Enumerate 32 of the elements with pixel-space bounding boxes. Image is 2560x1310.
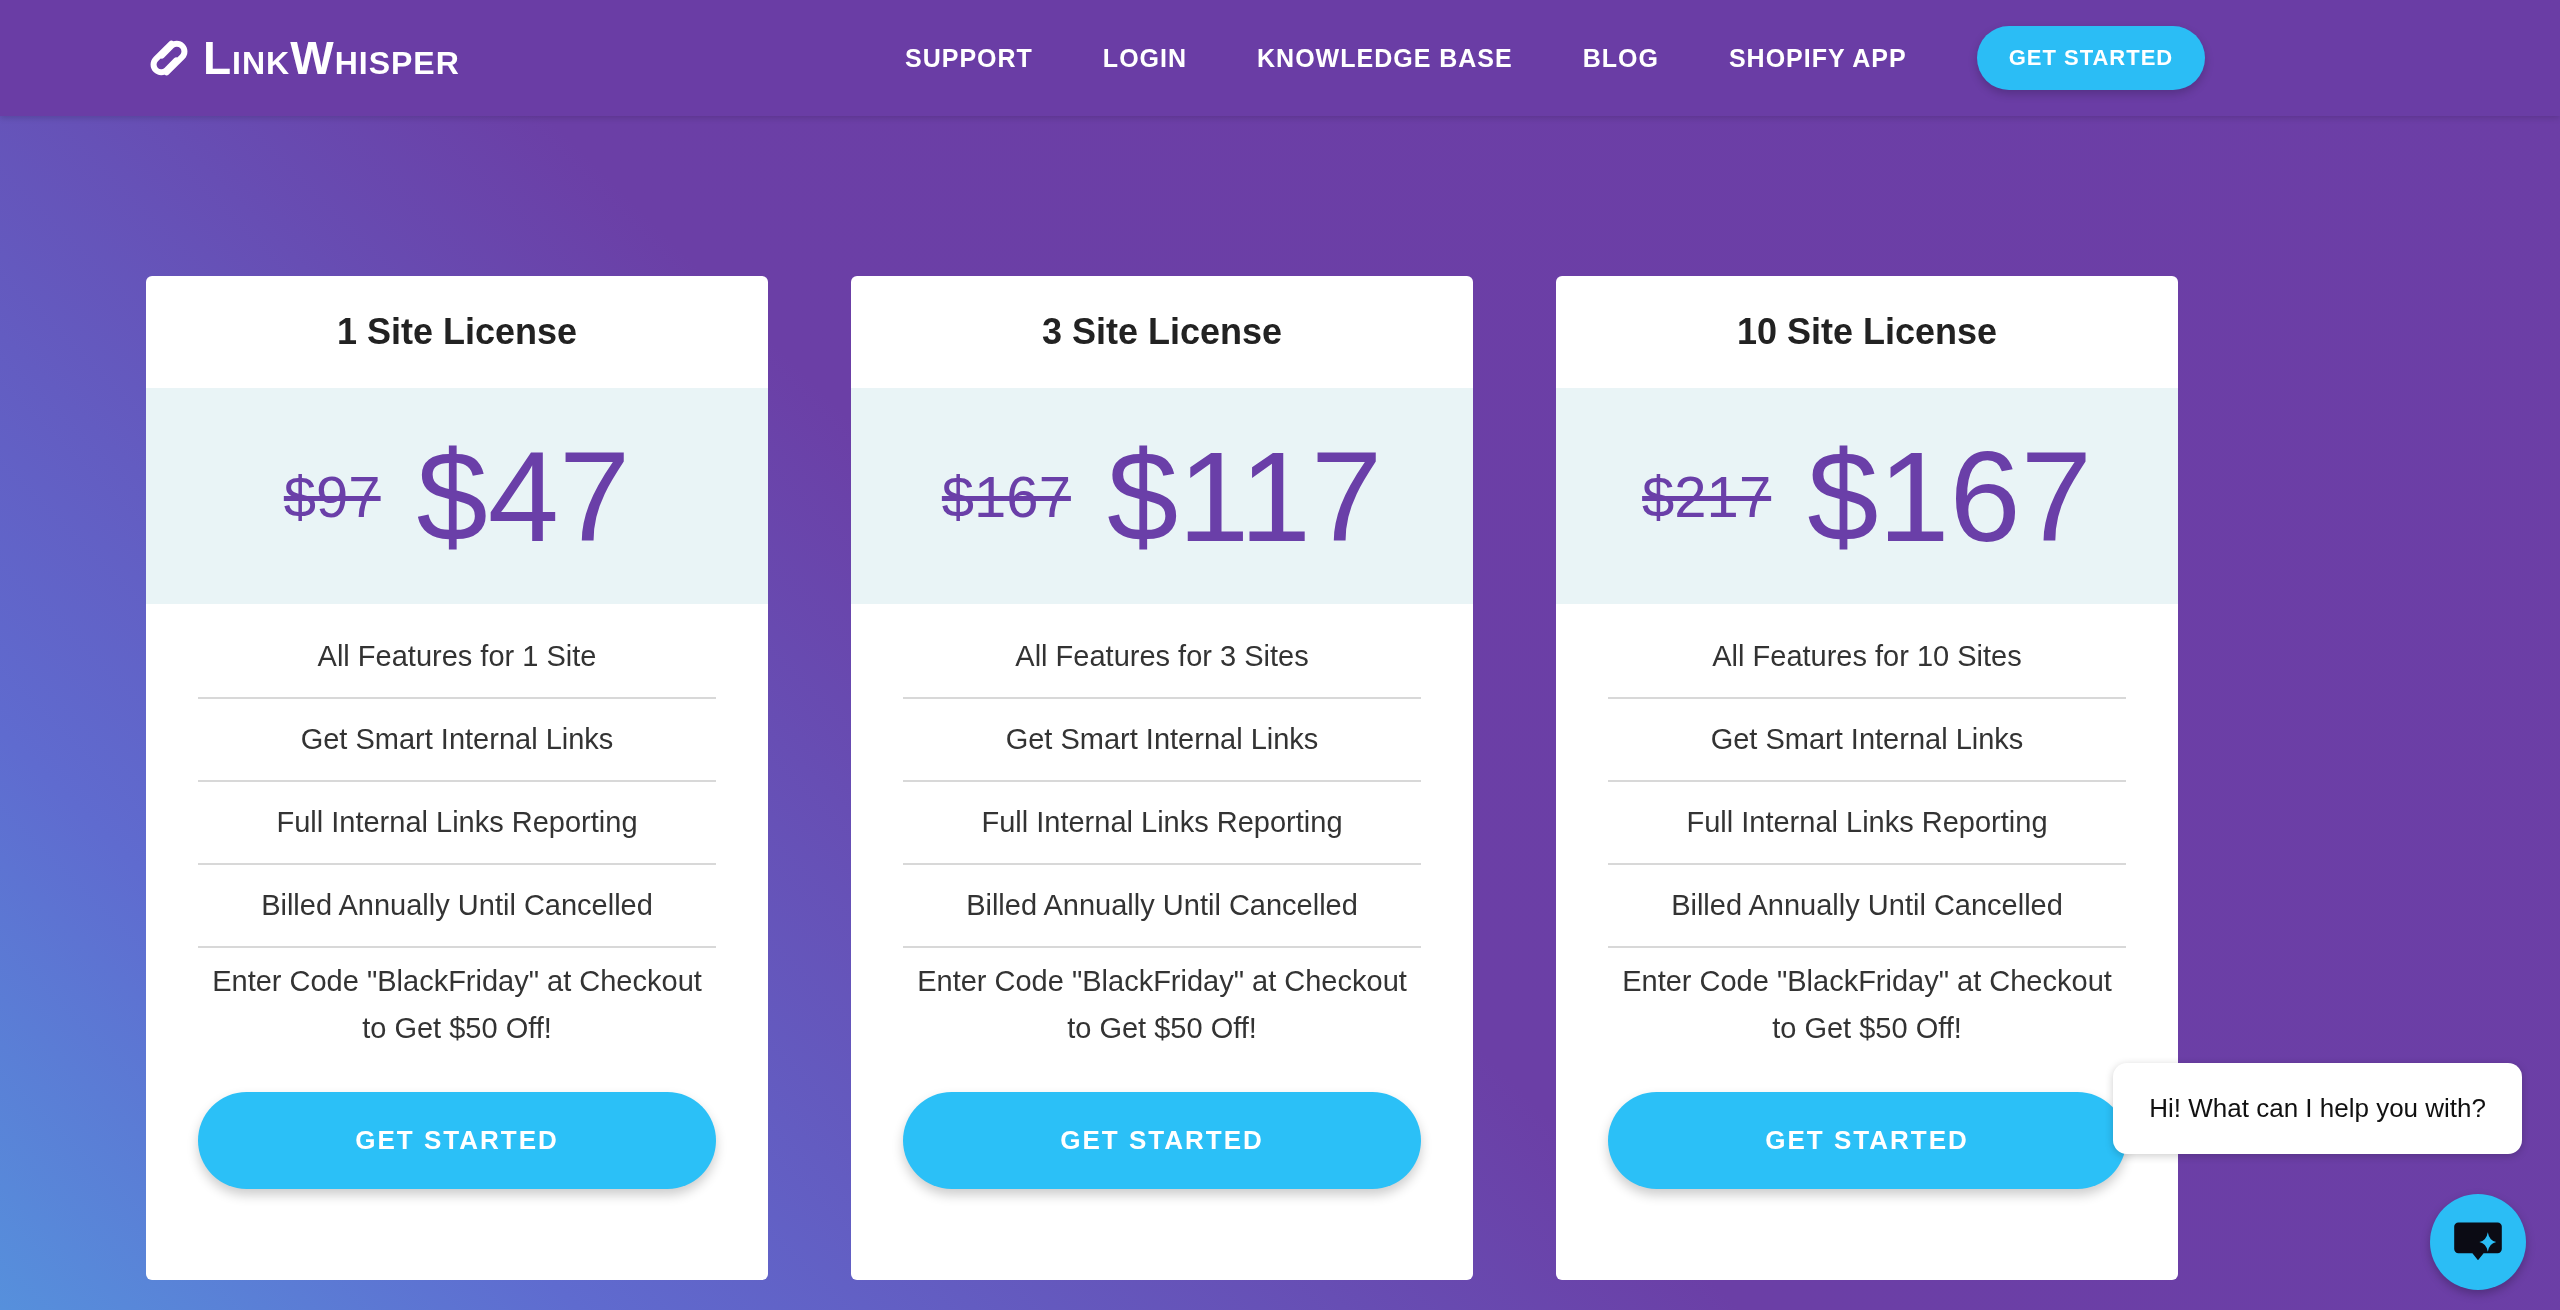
price: $167 [1807, 423, 2092, 570]
nav-link[interactable]: KNOWLEDGE BASE [1257, 43, 1513, 73]
old-price: $167 [941, 462, 1071, 530]
plan-title: 1 Site License [335, 310, 579, 354]
feature-text: Full Internal Links Reporting [198, 782, 716, 865]
feature-text: Enter Code "BlackFriday" at Checkout to Get $50 Off! [916, 964, 1408, 1046]
feature-text: Get Smart Internal Links [1608, 699, 2126, 782]
feature-text: All Features for 10 Sites [1608, 616, 2126, 699]
feature-text: Enter Code "BlackFriday" at Checkout to Get $50 Off! [1621, 964, 2113, 1046]
feature-text: All Features for 1 Site [198, 616, 716, 699]
old-price: $97 [283, 462, 381, 530]
nav-link[interactable]: SUPPORT [905, 43, 1033, 73]
plan-title: 3 Site License [1040, 310, 1284, 354]
price: $47 [416, 423, 631, 570]
feature-text: Full Internal Links Reporting [903, 782, 1421, 865]
nav-link[interactable]: SHOPIFY APP [1728, 43, 1907, 73]
old-price: $217 [1642, 462, 1772, 530]
feature-text: Billed Annually Until Cancelled [1608, 865, 2126, 948]
feature-text: Enter Code "BlackFriday" at Checkout to Get $50 Off! [211, 964, 703, 1046]
logo-text[interactable]: LinkWhisper [203, 31, 460, 85]
feature-text: Get Smart Internal Links [903, 699, 1421, 782]
nav-link[interactable]: LOGIN [1102, 43, 1188, 73]
chat-message: Hi! What can I help you with? [2113, 1063, 2522, 1154]
feature-text: Get Smart Internal Links [198, 699, 716, 782]
chat-button[interactable] [2430, 1194, 2526, 1290]
feature-text: Billed Annually Until Cancelled [198, 865, 716, 948]
feature-text: Billed Annually Until Cancelled [903, 865, 1421, 948]
plan-title: 10 Site License [1735, 310, 1999, 354]
nav-link[interactable]: BLOG [1582, 43, 1659, 73]
price: $117 [1106, 423, 1383, 570]
feature-text: Full Internal Links Reporting [1608, 782, 2126, 865]
feature-text: All Features for 3 Sites [903, 616, 1421, 699]
